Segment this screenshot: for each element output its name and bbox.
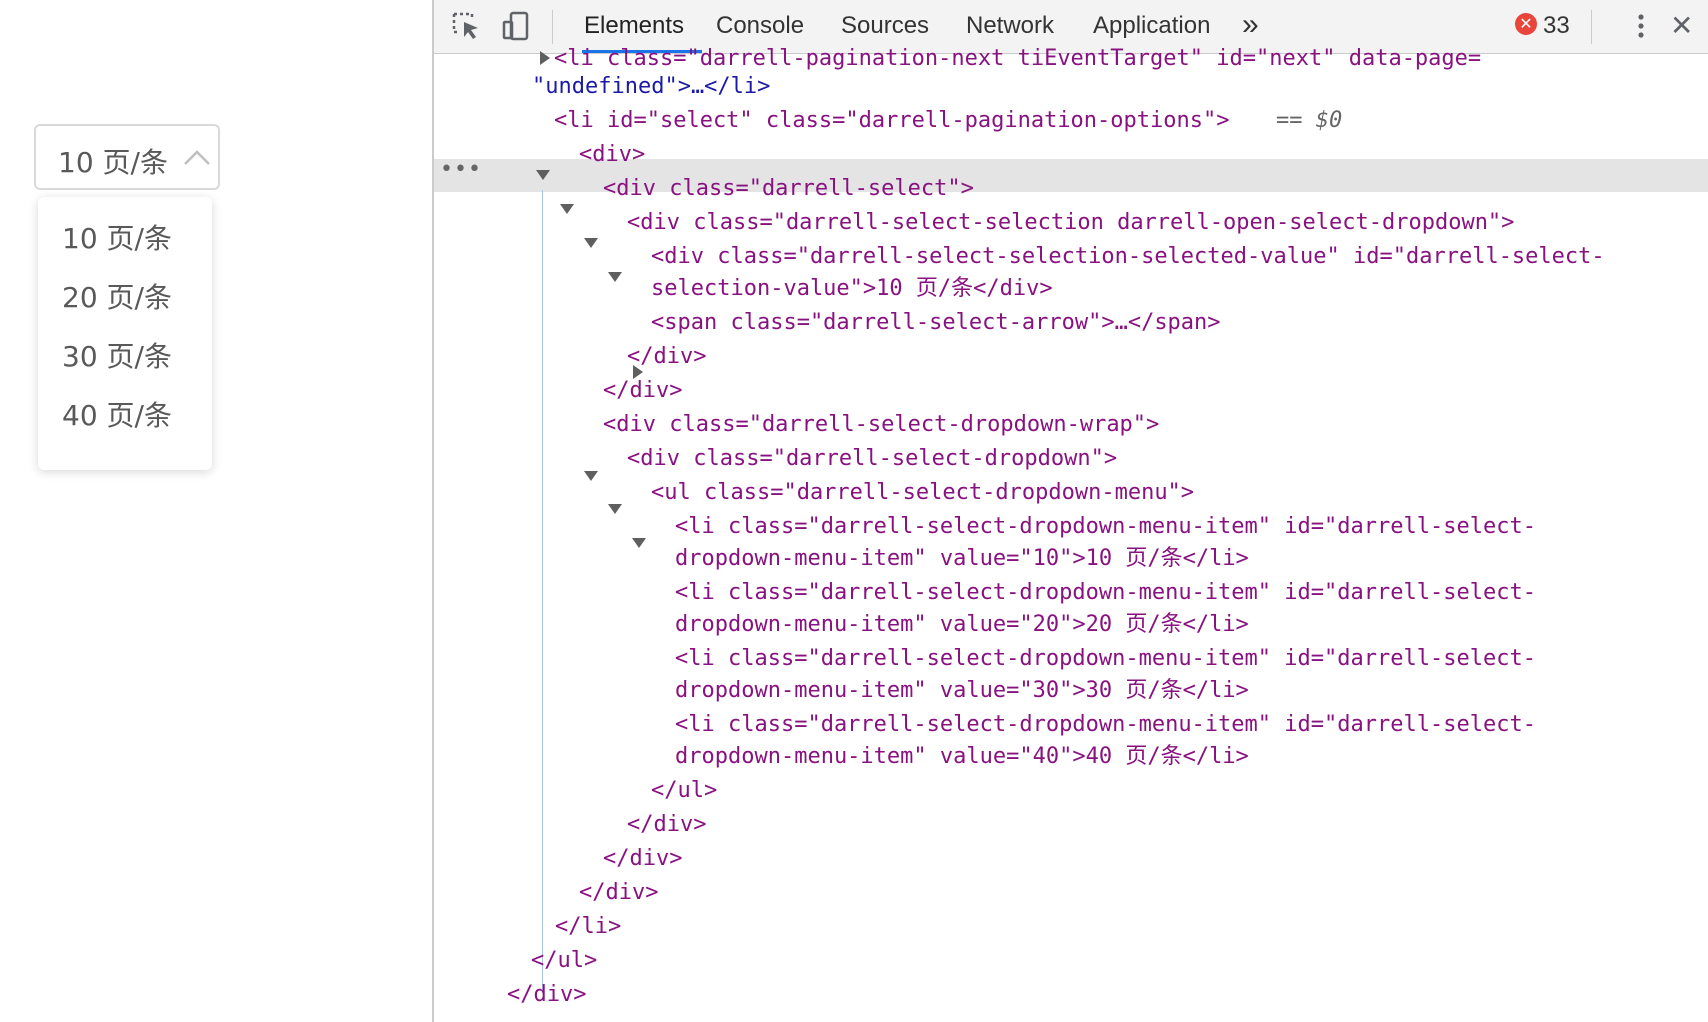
- code-line[interactable]: <div>: [579, 139, 645, 170]
- code-line[interactable]: <div class="darrell-select-dropdown-wrap…: [603, 409, 1159, 440]
- select-dropdown-menu: 10 页/条 20 页/条 30 页/条 40 页/条: [38, 197, 212, 470]
- dropdown-option-10[interactable]: 10 页/条: [62, 217, 172, 257]
- collapsed-triangle-icon[interactable]: [540, 51, 550, 65]
- dropdown-option-20[interactable]: 20 页/条: [62, 276, 172, 316]
- code-line[interactable]: </div>: [507, 979, 586, 1010]
- code-line[interactable]: <span class="darrell-select-arrow">…</sp…: [651, 307, 1221, 338]
- error-icon[interactable]: ✕: [1515, 13, 1537, 35]
- expand-triangle-icon[interactable]: [608, 504, 622, 514]
- code-line[interactable]: <li class="darrell-pagination-next tiEve…: [554, 43, 1481, 74]
- code-line[interactable]: </div>: [603, 375, 682, 406]
- code-line[interactable]: <div class="darrell-select">: [603, 173, 974, 204]
- code-line[interactable]: <div class="darrell-select-dropdown">: [627, 443, 1117, 474]
- expand-triangle-icon[interactable]: [584, 238, 598, 248]
- tab-sources[interactable]: Sources: [841, 12, 929, 40]
- code-line[interactable]: </div>: [603, 843, 682, 874]
- page-preview: 10 页/条 10 页/条 20 页/条 30 页/条 40 页/条: [0, 0, 432, 1022]
- code-line[interactable]: <li class="darrell-select-dropdown-menu-…: [675, 709, 1536, 740]
- error-count[interactable]: 33: [1543, 12, 1570, 40]
- dropdown-option-30[interactable]: 30 页/条: [62, 335, 172, 375]
- tab-elements[interactable]: Elements: [584, 12, 684, 40]
- code-line[interactable]: dropdown-menu-item" value="40">40 页/条</l…: [675, 741, 1249, 772]
- expand-triangle-icon[interactable]: [608, 272, 622, 282]
- inspect-element-icon[interactable]: [450, 10, 484, 42]
- kebab-menu-icon[interactable]: [1624, 10, 1658, 42]
- dropdown-option-40[interactable]: 40 页/条: [62, 394, 172, 434]
- expand-triangle-icon[interactable]: [560, 204, 574, 214]
- code-line[interactable]: dropdown-menu-item" value="20">20 页/条</l…: [675, 609, 1249, 640]
- page-size-select[interactable]: 10 页/条: [34, 124, 220, 190]
- code-line-selected[interactable]: <li id="select" class="darrell-paginatio…: [554, 105, 1230, 136]
- device-toolbar-icon[interactable]: [500, 10, 534, 42]
- elements-tree: ••• <li class="darrell-pagination-next t…: [434, 46, 1708, 1022]
- code-line[interactable]: </li>: [555, 911, 621, 942]
- devtools-panel: Elements Console Sources Network Applica…: [432, 0, 1708, 1022]
- code-line[interactable]: <li class="darrell-select-dropdown-menu-…: [675, 577, 1536, 608]
- code-line[interactable]: dropdown-menu-item" value="30">30 页/条</l…: [675, 675, 1249, 706]
- select-arrow-up-icon[interactable]: [181, 146, 213, 170]
- code-line[interactable]: </ul>: [531, 945, 597, 976]
- more-tabs-icon[interactable]: »: [1242, 8, 1259, 42]
- expand-triangle-icon[interactable]: [536, 170, 550, 180]
- tab-network[interactable]: Network: [966, 12, 1054, 40]
- toolbar-separator: [552, 10, 553, 44]
- code-line[interactable]: dropdown-menu-item" value="10">10 页/条</l…: [675, 543, 1249, 574]
- code-line[interactable]: </ul>: [651, 775, 717, 806]
- code-line[interactable]: <ul class="darrell-select-dropdown-menu"…: [651, 477, 1194, 508]
- expand-triangle-icon[interactable]: [584, 471, 598, 481]
- code-line[interactable]: </div>: [627, 341, 706, 372]
- close-icon[interactable]: ✕: [1670, 9, 1693, 42]
- code-line[interactable]: </div>: [627, 809, 706, 840]
- code-line[interactable]: <li class="darrell-select-dropdown-menu-…: [675, 511, 1536, 542]
- selected-node-marker: == $0: [1276, 108, 1343, 133]
- expand-triangle-icon[interactable]: [632, 538, 646, 548]
- code-line[interactable]: <div class="darrell-select-selection dar…: [627, 207, 1514, 238]
- code-line[interactable]: "undefined">…</li>: [532, 71, 770, 102]
- code-line[interactable]: </div>: [579, 877, 658, 908]
- indent-guide: [542, 190, 543, 990]
- select-selected-value: 10 页/条: [58, 146, 168, 179]
- toolbar-separator: [1591, 10, 1592, 44]
- code-line[interactable]: <div class="darrell-select-selection-sel…: [651, 241, 1605, 272]
- code-line[interactable]: selection-value">10 页/条</div>: [651, 273, 1053, 304]
- tab-console[interactable]: Console: [716, 12, 804, 40]
- node-actions-icon[interactable]: •••: [440, 157, 482, 182]
- tab-application[interactable]: Application: [1093, 12, 1210, 40]
- code-line[interactable]: <li class="darrell-select-dropdown-menu-…: [675, 643, 1536, 674]
